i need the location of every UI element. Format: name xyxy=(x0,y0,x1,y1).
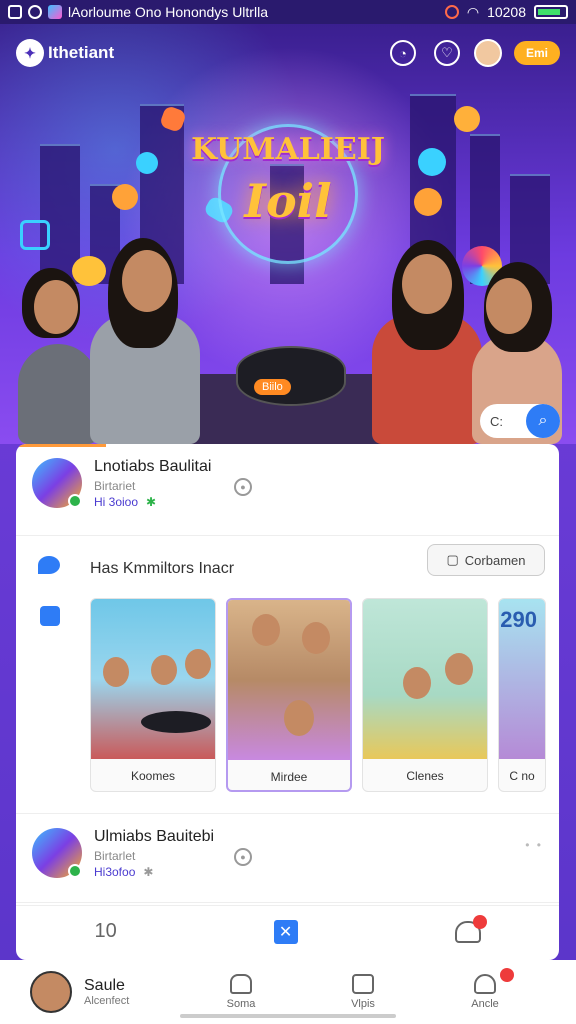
notification-badge-dot xyxy=(472,914,487,929)
turntable xyxy=(236,346,346,406)
thumbnail-row: Koomes Mirdee Clenes 290 C no xyxy=(90,598,546,792)
status-time: 10208 xyxy=(487,4,526,20)
section-title: Has Kmmiltors Inacr xyxy=(90,560,235,577)
top-bar: ✦ Ithetiant ◔ ♡ Emi xyxy=(16,38,560,68)
header-action-button[interactable]: Emi xyxy=(513,41,560,65)
post-stats: Hi 3oioo ✱ xyxy=(94,495,211,509)
post-stats-value: Hi3ofoo xyxy=(94,865,136,879)
nav-item-videos[interactable]: Vlpis xyxy=(302,974,424,1010)
more-options-icon[interactable]: • • xyxy=(525,838,543,852)
thumbnail-image xyxy=(228,600,350,760)
bookmark-icon: ▢ xyxy=(446,552,459,567)
nav-item-profile[interactable]: Ancle xyxy=(424,968,546,1010)
nav-item-home[interactable]: Soma xyxy=(180,974,302,1010)
thumbnail-caption: C no xyxy=(509,769,535,783)
nav-item-label: Vlpis xyxy=(351,998,375,1010)
hero-subtitle: Ioil xyxy=(244,174,332,228)
card-count: 10 xyxy=(94,920,117,942)
eye-icon[interactable]: ● xyxy=(234,478,252,496)
media-section: Has Kmmiltors Inacr ▢ Corbamen Koomes Mi… xyxy=(16,536,559,814)
post-stats-value: Hi 3oioo xyxy=(94,495,139,509)
list-icon xyxy=(352,974,374,994)
nav-item-label: Ancle xyxy=(471,998,499,1010)
logo-icon: ✦ xyxy=(16,39,44,67)
post-avatar[interactable] xyxy=(32,458,82,508)
person-head xyxy=(122,250,172,312)
online-indicator xyxy=(68,864,82,878)
post-accent-bar xyxy=(16,444,106,447)
thumbnail-badge: 290 xyxy=(500,607,537,632)
thumbnail-card[interactable]: Koomes xyxy=(90,598,216,792)
profile-icon[interactable]: ◔ xyxy=(389,40,416,66)
section-action-button[interactable]: ▢ Corbamen xyxy=(427,544,545,576)
gallery-icon xyxy=(8,5,22,19)
thumbnail-card[interactable]: 290 C no xyxy=(498,598,546,792)
post-author-name: Ulmiabs Bauitebi xyxy=(94,828,215,845)
thumbnail-caption: Koomes xyxy=(130,769,176,783)
hero-title: KUMALIEIJ xyxy=(191,132,385,167)
hero-banner: KUMALIEIJ Ioil Biilo ✦ Ithetiant ◔ ♡ Emi… xyxy=(0,24,576,444)
person-head xyxy=(486,278,532,334)
person-head xyxy=(402,254,452,314)
app-logo[interactable]: ✦ Ithetiant xyxy=(16,39,114,67)
card-action-bar: 10 ✕ xyxy=(16,902,559,960)
hero-search-pill[interactable]: C: ⌕ xyxy=(480,404,560,438)
person-figure xyxy=(18,344,98,444)
post-item[interactable]: Lnotiabs Baulitai Birtariet Hi 3oioo ✱ ● xyxy=(16,444,559,536)
status-bar: lAorloume Ono Honondys Ultrlla ◠ 10208 xyxy=(0,0,576,24)
thumbnail-caption: Mirdee xyxy=(270,770,308,784)
nav-profile[interactable]: Saule Alcenfect xyxy=(30,971,180,1013)
home-icon xyxy=(230,974,252,994)
floating-shape xyxy=(454,106,480,132)
post-item[interactable]: Ulmiabs Bauitebi Birtarlet Hi3ofoo ✱ ● • … xyxy=(16,814,559,906)
avatar[interactable] xyxy=(473,39,502,67)
content-card: Lnotiabs Baulitai Birtariet Hi 3oioo ✱ ● … xyxy=(16,444,559,960)
star-icon: ✱ xyxy=(143,865,154,879)
floating-shape xyxy=(72,256,106,286)
logo-text: Ithetiant xyxy=(48,43,115,62)
app-icon xyxy=(48,5,62,19)
wifi-icon: ◠ xyxy=(466,3,480,20)
status-title: lAorloume Ono Honondys Ultrlla xyxy=(68,4,268,20)
home-indicator xyxy=(180,1014,396,1018)
post-author-name: Lnotiabs Baulitai xyxy=(94,458,212,475)
eye-icon[interactable]: ● xyxy=(234,848,252,866)
avatar xyxy=(30,971,72,1013)
thumbnail-image xyxy=(363,599,487,759)
battery-icon xyxy=(534,5,568,19)
thumbnail-image: 290 xyxy=(499,599,545,759)
close-icon[interactable]: ✕ xyxy=(273,919,298,944)
chat-bubble-icon xyxy=(38,556,60,574)
bag-icon xyxy=(40,606,60,626)
post-avatar[interactable] xyxy=(32,828,82,878)
turntable-tag: Biilo xyxy=(254,379,291,395)
post-stats: Hi3ofoo ✱ xyxy=(94,865,214,879)
alarm-icon xyxy=(444,5,459,19)
notification-icon[interactable] xyxy=(454,914,487,943)
section-action-label: Corbamen xyxy=(464,552,526,568)
thumbnail-card[interactable]: Mirdee xyxy=(226,598,352,792)
notification-badge-dot xyxy=(499,968,514,982)
search-icon[interactable]: ⌕ xyxy=(526,404,560,438)
thumbnail-image xyxy=(91,599,215,759)
person-head xyxy=(34,280,78,334)
post-author-handle: Birtarlet xyxy=(94,849,136,863)
post-author-handle: Birtariet xyxy=(94,479,136,493)
settings-icon xyxy=(28,5,42,19)
thumbnail-caption: Clenes xyxy=(406,769,444,783)
hero-search-text: C: xyxy=(490,413,503,429)
nav-user-name: Saule xyxy=(84,977,125,994)
star-icon: ✱ xyxy=(146,495,157,509)
nav-user-sub: Alcenfect xyxy=(84,995,130,1007)
heart-icon[interactable]: ♡ xyxy=(433,40,460,66)
people-icon xyxy=(474,974,496,994)
online-indicator xyxy=(68,494,82,508)
thumbnail-card[interactable]: Clenes xyxy=(362,598,488,792)
nav-item-label: Soma xyxy=(226,998,256,1010)
